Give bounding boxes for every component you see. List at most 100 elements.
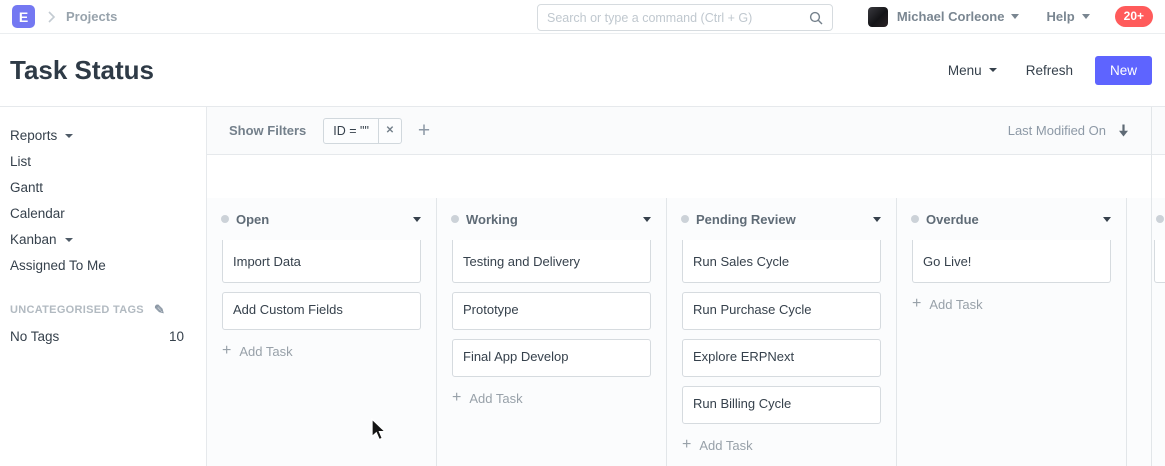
caret-down-icon bbox=[1082, 14, 1090, 19]
add-task-button[interactable]: + Add Task bbox=[452, 386, 651, 410]
page-head: Task Status Menu Refresh New bbox=[0, 34, 1165, 107]
add-task-label: Add Task bbox=[239, 344, 292, 359]
kanban-card[interactable]: Prototype bbox=[452, 292, 651, 330]
caret-down-icon bbox=[65, 134, 73, 138]
add-task-plus-icon: + bbox=[682, 437, 691, 453]
vertical-divider bbox=[1151, 107, 1152, 466]
caret-down-icon bbox=[1011, 14, 1019, 19]
caret-down-icon[interactable] bbox=[643, 217, 651, 222]
column-indicator-dot bbox=[451, 215, 459, 223]
user-name: Michael Corleone bbox=[897, 9, 1005, 24]
sidebar-item-label: Kanban bbox=[10, 232, 57, 247]
user-avatar[interactable] bbox=[868, 7, 888, 27]
kanban-card[interactable]: Run Purchase Cycle bbox=[682, 292, 881, 330]
kanban-card[interactable]: Import Data bbox=[222, 240, 421, 283]
kanban-column-header: Pending Review bbox=[667, 198, 896, 240]
add-task-label: Add Task bbox=[469, 391, 522, 406]
sidebar-item-no-tags[interactable]: No Tags 10 bbox=[10, 329, 206, 344]
sort-descending-icon[interactable] bbox=[1118, 124, 1129, 137]
column-title: Overdue bbox=[926, 212, 979, 227]
kanban-card[interactable]: Run Sales Cycle bbox=[682, 240, 881, 283]
sidebar-item-label: Reports bbox=[10, 128, 57, 143]
add-task-plus-icon: + bbox=[912, 296, 921, 312]
navbar: E Projects Michael Corleone Help 20+ bbox=[0, 0, 1165, 34]
sidebar-item-gantt[interactable]: Gantt bbox=[10, 176, 206, 199]
caret-down-icon bbox=[989, 68, 997, 72]
sidebar-item-reports[interactable]: Reports bbox=[10, 124, 206, 147]
column-indicator-dot bbox=[911, 215, 919, 223]
user-menu[interactable]: Michael Corleone bbox=[897, 9, 1020, 24]
global-search bbox=[537, 4, 833, 31]
sidebar-item-assigned-to-me[interactable]: Assigned To Me bbox=[10, 254, 206, 277]
breadcrumb[interactable]: Projects bbox=[66, 9, 117, 24]
kanban-card[interactable]: Run Billing Cycle bbox=[682, 386, 881, 424]
app-logo[interactable]: E bbox=[12, 5, 35, 28]
new-button[interactable]: New bbox=[1095, 56, 1152, 85]
notifications-badge[interactable]: 20+ bbox=[1115, 6, 1153, 27]
filter-bar: Show Filters ID = "" ✕ + Last Modified O… bbox=[207, 107, 1165, 155]
content-area: Show Filters ID = "" ✕ + Last Modified O… bbox=[207, 107, 1165, 466]
add-task-label: Add Task bbox=[699, 438, 752, 453]
sidebar-item-label: Calendar bbox=[10, 206, 65, 221]
sidebar: Reports List Gantt Calendar Kanban Assigned T… bbox=[0, 107, 207, 466]
help-menu[interactable]: Help bbox=[1046, 9, 1089, 24]
kanban-column-working: Working Testing and Delivery Prototype Fina… bbox=[437, 198, 667, 466]
kanban-board: Open Import Data Add Custom Fields + Add Tas… bbox=[207, 198, 1165, 466]
edit-tags-pencil-icon[interactable]: ✎ bbox=[154, 302, 165, 318]
sidebar-item-calendar[interactable]: Calendar bbox=[10, 202, 206, 225]
sidebar-item-label: List bbox=[10, 154, 31, 169]
kanban-card[interactable]: Testing and Delivery bbox=[452, 240, 651, 283]
kanban-column-open: Open Import Data Add Custom Fields + Add Tas… bbox=[207, 198, 437, 466]
tag-count: 10 bbox=[169, 329, 184, 344]
kanban-card[interactable]: Explore ERPNext bbox=[682, 339, 881, 377]
column-title: Working bbox=[466, 212, 518, 227]
kanban-column-overdue: Overdue Go Live! + Add Task bbox=[897, 198, 1127, 466]
filter-chip-label[interactable]: ID = "" bbox=[324, 124, 378, 138]
kanban-card[interactable]: Final App Develop bbox=[452, 339, 651, 377]
kanban-card[interactable] bbox=[1154, 240, 1165, 283]
kanban-column-partial bbox=[1150, 198, 1164, 466]
tag-label: No Tags bbox=[10, 329, 59, 344]
menu-button-label: Menu bbox=[948, 63, 982, 78]
kanban-column-pending-review: Pending Review Run Sales Cycle Run Purchas… bbox=[667, 198, 897, 466]
sidebar-item-list[interactable]: List bbox=[10, 150, 206, 173]
column-title: Open bbox=[236, 212, 269, 227]
sidebar-item-label: Gantt bbox=[10, 180, 43, 195]
add-filter-button[interactable]: + bbox=[418, 120, 430, 141]
refresh-button[interactable]: Refresh bbox=[1026, 63, 1073, 78]
breadcrumb-chevron-icon bbox=[47, 10, 56, 24]
tags-section-title: UNCATEGORISED TAGS bbox=[10, 304, 144, 316]
remove-filter-icon[interactable]: ✕ bbox=[378, 119, 401, 143]
caret-down-icon[interactable] bbox=[413, 217, 421, 222]
kanban-column-header: Working bbox=[437, 198, 666, 240]
add-task-label: Add Task bbox=[929, 297, 982, 312]
column-indicator-dot bbox=[221, 215, 229, 223]
filter-chip[interactable]: ID = "" ✕ bbox=[323, 118, 402, 144]
show-filters-button[interactable]: Show Filters bbox=[229, 123, 306, 138]
kanban-column-header: Overdue bbox=[897, 198, 1126, 240]
kanban-column-header bbox=[1150, 198, 1164, 240]
board-top-gap bbox=[207, 155, 1165, 198]
add-task-plus-icon: + bbox=[222, 343, 231, 359]
caret-down-icon[interactable] bbox=[873, 217, 881, 222]
caret-down-icon[interactable] bbox=[1103, 217, 1111, 222]
caret-down-icon bbox=[65, 238, 73, 242]
column-gap bbox=[1127, 198, 1150, 466]
search-icon[interactable] bbox=[809, 11, 823, 25]
column-title: Pending Review bbox=[696, 212, 796, 227]
kanban-card[interactable]: Go Live! bbox=[912, 240, 1111, 283]
add-task-button[interactable]: + Add Task bbox=[682, 433, 881, 457]
help-label: Help bbox=[1046, 9, 1074, 24]
sidebar-item-label: Assigned To Me bbox=[10, 258, 106, 273]
page-title: Task Status bbox=[10, 55, 154, 86]
column-indicator-dot bbox=[681, 215, 689, 223]
sort-field-label[interactable]: Last Modified On bbox=[1008, 123, 1106, 138]
kanban-card[interactable]: Add Custom Fields bbox=[222, 292, 421, 330]
add-task-button[interactable]: + Add Task bbox=[912, 292, 1111, 316]
add-task-button[interactable]: + Add Task bbox=[222, 339, 421, 363]
add-task-plus-icon: + bbox=[452, 390, 461, 406]
sidebar-item-kanban[interactable]: Kanban bbox=[10, 228, 206, 251]
menu-button[interactable]: Menu bbox=[948, 63, 997, 78]
search-input[interactable] bbox=[547, 11, 809, 25]
column-indicator-dot bbox=[1156, 215, 1164, 223]
